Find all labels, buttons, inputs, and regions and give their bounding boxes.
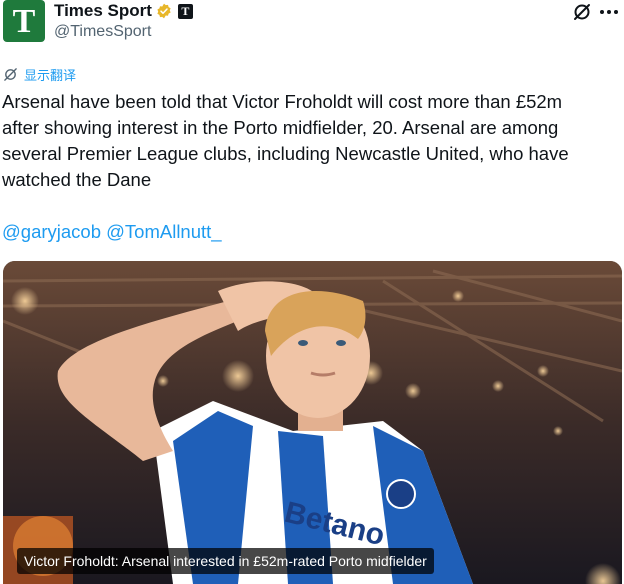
more-dot [607, 10, 611, 14]
show-translation-link[interactable]: 显示翻译 [3, 65, 76, 84]
mentions: @garyjacob @TomAllnutt_ [2, 219, 222, 245]
media-caption: Victor Froholdt: Arsenal interested in £… [17, 548, 434, 574]
grok-translate-icon [4, 68, 17, 81]
show-translation-label: 显示翻译 [24, 68, 77, 83]
avatar[interactable]: T [3, 0, 45, 42]
mention-link[interactable]: @garyjacob [2, 221, 101, 242]
grok-icon[interactable] [572, 2, 592, 22]
verified-badge-icon [156, 3, 172, 19]
tweet-media-photo[interactable]: Betano Victor Froholdt: Arsenal interest… [3, 261, 622, 584]
name-row: Times Sport T [54, 0, 193, 22]
mention-link[interactable]: @TomAllnutt_ [106, 221, 221, 242]
more-icon[interactable] [598, 2, 620, 22]
tweet-text: Arsenal have been told that Victor Froho… [2, 91, 569, 190]
more-dot [614, 10, 618, 14]
brand-affiliation-badge[interactable]: T [177, 3, 193, 19]
display-name[interactable]: Times Sport [54, 1, 152, 21]
more-dot [600, 10, 604, 14]
handle[interactable]: @TimesSport [54, 23, 151, 41]
avatar-letter: T [12, 3, 36, 40]
player-saluting-photo: Betano [3, 261, 622, 584]
